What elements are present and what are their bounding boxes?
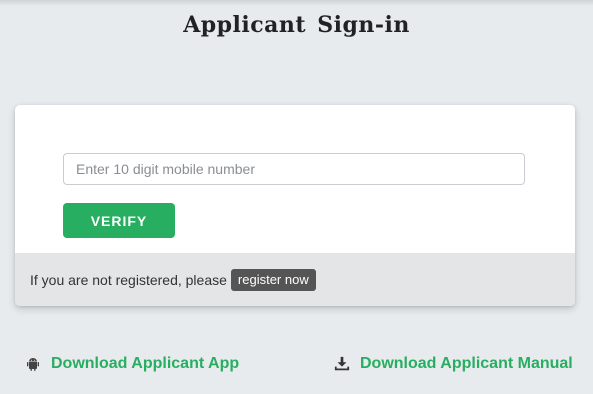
download-app-link[interactable]: Download Applicant App	[25, 352, 239, 376]
download-manual-label: Download Applicant Manual	[360, 355, 573, 372]
page-title: Applicant Sign-in	[183, 12, 410, 38]
android-icon	[25, 356, 41, 372]
register-prompt-text: If you are not registered, please	[30, 271, 227, 288]
register-now-button[interactable]: register now	[230, 268, 316, 291]
download-manual-link[interactable]: Download Applicant Manual	[334, 352, 573, 376]
signin-card: VERIFY If you are not registered, please…	[15, 105, 575, 306]
download-app-label: Download Applicant App	[51, 355, 240, 372]
download-icon	[334, 356, 350, 372]
verify-button[interactable]: VERIFY	[63, 203, 175, 238]
register-footer: If you are not registered, please regist…	[15, 253, 575, 306]
mobile-number-input[interactable]	[63, 153, 525, 185]
top-shadow-bar	[0, 0, 593, 6]
